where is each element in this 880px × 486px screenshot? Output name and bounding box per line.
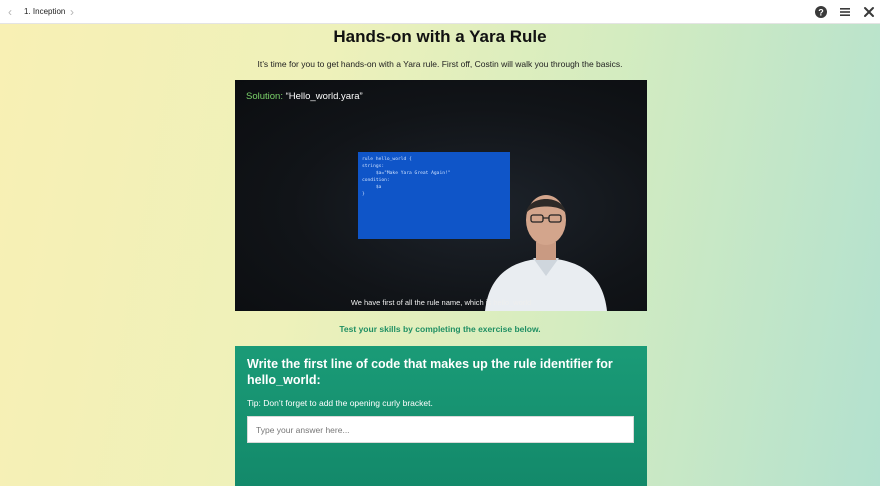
menu-icon[interactable] — [838, 5, 852, 19]
exercise-cta: Test your skills by completing the exerc… — [339, 324, 541, 334]
breadcrumb[interactable]: 1. Inception — [24, 6, 65, 18]
top-bar: ‹ 1. Inception › ? — [0, 0, 880, 24]
solution-caption: Solution: “Hello_world.yara” — [246, 91, 363, 103]
intro-text: It’s time for you to get hands-on with a… — [257, 59, 623, 69]
exercise-tip: Tip: Don’t forget to add the opening cur… — [247, 398, 433, 408]
code-line: strings: — [362, 164, 385, 169]
video-subtitle: We have first of all the rule name, whic… — [350, 298, 532, 307]
exercise-question: Write the first line of code that makes … — [247, 357, 613, 387]
solution-value: “Hello_world.yara” — [282, 91, 363, 102]
presenter-figure — [485, 195, 607, 311]
close-icon[interactable] — [862, 5, 876, 19]
code-line: rule hello_world { — [362, 157, 412, 162]
svg-text:?: ? — [818, 7, 824, 17]
code-line: $a="Make Yara Great Again!" — [362, 171, 451, 176]
solution-label: Solution: — [246, 91, 283, 102]
help-icon[interactable]: ? — [814, 5, 828, 19]
page-title: Hands-on with a Yara Rule — [333, 27, 547, 46]
exercise-panel: Write the first line of code that makes … — [235, 346, 647, 486]
video-player[interactable]: Solution: “Hello_world.yara” rule hello_… — [235, 80, 647, 311]
answer-input[interactable] — [247, 416, 634, 443]
chevron-right-icon[interactable]: › — [70, 4, 74, 20]
chevron-left-icon[interactable]: ‹ — [8, 4, 12, 20]
